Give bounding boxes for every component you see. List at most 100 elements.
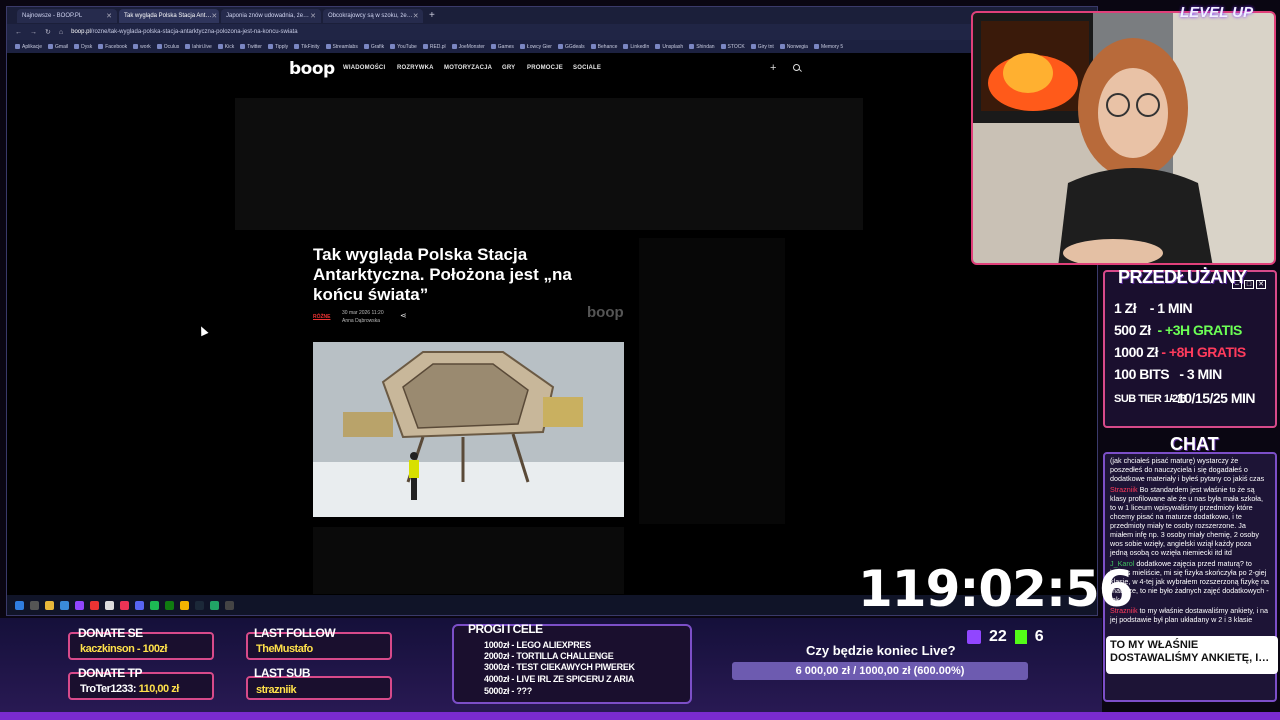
goal-item: 5000zł - ??? <box>484 686 532 696</box>
plus-icon[interactable]: + <box>770 62 776 74</box>
excel-icon[interactable] <box>210 600 219 610</box>
twitch-viewers: 22 <box>989 628 1007 645</box>
article-category[interactable]: RÓŻNE <box>313 314 331 320</box>
forward-icon[interactable]: → <box>30 29 37 36</box>
address-bar: ← → ↻ ⌂ boop.pl/rozne/tak-wyglada-polska… <box>7 24 1097 40</box>
price-reward: - 1 MIN <box>1149 300 1193 316</box>
bookmark-item[interactable]: Tipply <box>268 44 288 50</box>
goal-item: 1000zł - LEGO ALIEXPRES <box>484 640 591 650</box>
bookmark-item[interactable]: Memory 5 <box>814 44 843 50</box>
bookmark-item[interactable]: Streamlabs <box>326 44 358 50</box>
tab-boop-latest[interactable]: Najnowsze - BOOP.PL ✕ <box>17 8 117 23</box>
close-icon[interactable]: ✕ <box>413 12 419 20</box>
xbox-icon[interactable] <box>165 600 174 610</box>
tab-foreigners[interactable]: Obcokrajowcy są w szoku, że… ✕ <box>323 8 423 23</box>
price-reward: - +8H GRATIS <box>1161 344 1246 360</box>
close-icon[interactable]: ✕ <box>310 12 316 20</box>
close-icon: ✕ <box>1256 280 1266 289</box>
bookmark-item[interactable]: LinkedIn <box>623 44 649 50</box>
bookmark-item[interactable]: Gmail <box>48 44 68 50</box>
site-logo[interactable]: boop <box>289 59 335 79</box>
url-field[interactable]: boop.pl/rozne/tak-wyglada-polska-stacja-… <box>71 29 297 35</box>
prices-title: PRZEDŁUŻANY <box>1118 267 1247 287</box>
nav-games[interactable]: GRY <box>502 65 515 71</box>
below-image-placeholder <box>313 527 624 594</box>
nav-news[interactable]: WIADOMOŚCI <box>343 65 385 71</box>
close-icon[interactable]: ✕ <box>106 12 112 20</box>
app-icon[interactable] <box>60 600 69 610</box>
donate-tp-entry: TroTer1233: 110,00 zł <box>80 683 179 695</box>
bookmark-item[interactable]: lahiri.live <box>185 44 211 50</box>
nav-automotive[interactable]: MOTORYZACJA <box>444 65 492 71</box>
tab-antarctic-station[interactable]: Tak wygląda Polska Stacja Ant… ✕ <box>119 8 219 23</box>
bookmark-item[interactable]: Dysk <box>74 44 92 50</box>
kick-viewers: 6 <box>1034 628 1044 645</box>
bookmark-item[interactable]: STOCK <box>721 44 745 50</box>
reload-icon[interactable]: ↻ <box>45 28 51 36</box>
steam-icon[interactable] <box>195 600 204 610</box>
file-explorer-icon[interactable] <box>45 600 54 610</box>
browser-window: Najnowsze - BOOP.PL ✕ Tak wygląda Polska … <box>6 6 1098 616</box>
price-amount: 500 Zł <box>1114 322 1151 338</box>
chrome-icon[interactable] <box>180 600 189 610</box>
price-amount: 1000 Zł <box>1114 344 1158 360</box>
app-icon[interactable] <box>90 600 99 610</box>
app-icon[interactable] <box>120 600 129 610</box>
last-sub-label: LAST SUB <box>254 666 311 680</box>
bookmark-item[interactable]: RED.pl <box>423 44 446 50</box>
bookmark-item[interactable]: GGdeals <box>558 44 585 50</box>
donate-tp-label: DONATE TP <box>78 666 142 680</box>
bookmark-item[interactable]: Grafik <box>364 44 384 50</box>
chat-message: J_Karol dodatkowe zajęcia przed maturą? … <box>1110 559 1270 604</box>
bookmark-item[interactable]: Aplikacje <box>15 44 42 50</box>
bookmark-item[interactable]: Kick <box>218 44 234 50</box>
url-path: /rozne/tak-wyglada-polska-stacja-antarkt… <box>90 29 298 35</box>
bookmark-item[interactable]: work <box>133 44 151 50</box>
site-nav: boop WIADOMOŚCI ROZRYWKA MOTORYZACJA GRY… <box>7 54 1097 86</box>
search-icon[interactable] <box>793 64 800 71</box>
donate-tp-value: 110,00 zł <box>138 683 180 695</box>
chat-tts-banner: TO MY WŁAŚNIE DOSTAWALIŚMY ANKIETĘ, I… <box>1106 636 1278 674</box>
search-icon[interactable] <box>30 600 39 610</box>
spotify-icon[interactable] <box>150 600 159 610</box>
windows-start-icon[interactable] <box>15 600 24 610</box>
tab-japan[interactable]: Japonia znów udowadnia, że… ✕ <box>221 8 321 23</box>
progress-text: 6 000,00 zł / 1000,00 zł (600.00%) <box>795 665 965 677</box>
twitch-icon[interactable] <box>75 600 84 610</box>
price-row: 100 BITS - 3 MIN <box>1114 366 1222 382</box>
bookmark-item[interactable]: Twitter <box>240 44 262 50</box>
close-icon[interactable]: ✕ <box>211 12 217 20</box>
goal-item: 2000zł - TORTILLA CHALLENGE <box>484 651 614 661</box>
bookmark-item[interactable]: JoeMonster <box>452 44 485 50</box>
tab-label: Najnowsze - BOOP.PL <box>22 12 83 19</box>
article-author[interactable]: Anna Dąbrowska <box>342 318 380 324</box>
app-icon[interactable] <box>105 600 114 610</box>
discord-icon[interactable] <box>135 600 144 610</box>
donate-se-label: DONATE SE <box>78 626 143 640</box>
bookmark-item[interactable]: Behance <box>591 44 618 50</box>
bookmark-item[interactable]: Shindan <box>689 44 714 50</box>
bookmark-item[interactable]: Giry tnt <box>751 44 774 50</box>
bookmark-item[interactable]: TikFinity <box>294 44 319 50</box>
price-row: 500 Zł - +3H GRATIS <box>1114 322 1242 338</box>
new-tab-icon[interactable]: + <box>429 10 435 21</box>
bookmark-item[interactable]: Unsplash <box>655 44 683 50</box>
obs-icon[interactable] <box>225 600 234 610</box>
nav-promotions[interactable]: PROMOCJE <box>527 65 563 71</box>
back-icon[interactable]: ← <box>15 29 22 36</box>
tab-label: Tak wygląda Polska Stacja Ant… <box>124 12 212 19</box>
bookmark-item[interactable]: Oculus <box>157 44 180 50</box>
bookmark-item[interactable]: Facebook <box>98 44 127 50</box>
webcam-feed <box>971 11 1276 265</box>
bookmark-item[interactable]: Norwegia <box>780 44 808 50</box>
goal-item: 3000zł - TEST CIEKAWYCH PIWEREK <box>484 662 635 672</box>
chat-text: dodatkowe zajęcia przed maturą? to luksu… <box>1110 559 1269 604</box>
antarctic-station-image <box>313 342 624 517</box>
home-icon[interactable]: ⌂ <box>59 29 63 36</box>
bookmark-item[interactable]: Łowcy Gier <box>520 44 552 50</box>
nav-social[interactable]: SOCIALE <box>573 65 601 71</box>
bookmark-item[interactable]: YouTube <box>390 44 417 50</box>
bookmark-item[interactable]: Games <box>491 44 514 50</box>
nav-entertainment[interactable]: ROZRYWKA <box>397 65 434 71</box>
share-icon[interactable]: ⋖ <box>400 311 407 320</box>
